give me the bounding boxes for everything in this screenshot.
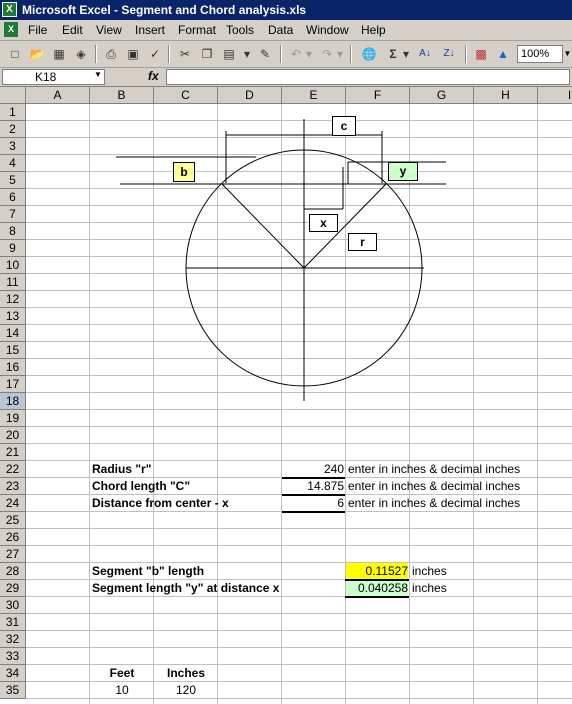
new-icon[interactable]: □ — [6, 45, 24, 63]
menu-tools[interactable]: Tools — [226, 23, 254, 37]
chart-wizard-icon[interactable]: ▩ — [472, 45, 490, 63]
name-box-dropdown-icon[interactable]: ▼ — [94, 70, 102, 79]
menu-file[interactable]: File — [28, 23, 47, 37]
menu-window[interactable]: Window — [306, 23, 349, 37]
paste-icon[interactable]: ▤ — [220, 45, 238, 63]
save-icon[interactable]: ▦ — [50, 45, 68, 63]
segment-y-unit: inches — [412, 581, 447, 595]
undo-dropdown-icon[interactable]: ▾ — [305, 45, 313, 63]
formula-bar: K18 ▼ fx — [0, 68, 572, 87]
worksheet-grid[interactable]: ABCDEFGHI 1 2 3 4 5 6 7 8 9 10 11 12 13 14 15 16 17 18 19 2… — [0, 87, 572, 704]
open-icon[interactable]: 📂 — [28, 45, 46, 63]
copy-icon[interactable]: ❐ — [198, 45, 216, 63]
permission-icon[interactable]: ◈ — [72, 45, 90, 63]
window-title: Microsoft Excel - Segment and Chord anal… — [22, 3, 307, 17]
redo-icon[interactable]: ↷ — [318, 45, 336, 63]
zoom-select[interactable]: 100% — [517, 45, 563, 63]
undo-icon[interactable]: ↶ — [287, 45, 305, 63]
formula-input[interactable] — [166, 69, 570, 85]
insert-function-icon[interactable]: fx — [148, 69, 159, 83]
workbook-icon[interactable]: X — [4, 22, 18, 37]
print-preview-icon[interactable]: ▣ — [124, 45, 142, 63]
cut-icon[interactable]: ✂ — [176, 45, 194, 63]
inches-header: Inches — [166, 666, 205, 680]
segment-b-label: Segment "b" length — [92, 564, 205, 578]
autosum-icon[interactable]: Σ — [384, 45, 402, 63]
segment-b-unit: inches — [412, 564, 447, 578]
autosum-dropdown-icon[interactable]: ▾ — [402, 45, 410, 63]
segment-y-label: Segment length "y" at distance x — [92, 581, 280, 595]
sort-ascending-icon[interactable]: A↓ — [416, 45, 434, 63]
menu-view[interactable]: View — [96, 23, 122, 37]
name-box[interactable]: K18 — [2, 69, 105, 85]
menu-bar: X File Edit View Insert Format Tools Dat… — [0, 20, 572, 41]
feet-header: Feet — [109, 666, 135, 680]
sort-descending-icon[interactable]: Z↓ — [440, 45, 458, 63]
segment-b-value[interactable]: 0.11527 — [346, 563, 408, 579]
paste-dropdown-icon[interactable]: ▾ — [242, 45, 252, 63]
menu-edit[interactable]: Edit — [62, 23, 83, 37]
spelling-icon[interactable]: ✓ — [146, 45, 164, 63]
inches-value[interactable]: 120 — [154, 682, 218, 699]
menu-format[interactable]: Format — [178, 23, 216, 37]
hyperlink-icon[interactable]: 🌐 — [360, 45, 378, 63]
drawing-icon[interactable]: ▲ — [494, 45, 512, 63]
menu-help[interactable]: Help — [361, 23, 386, 37]
menu-data[interactable]: Data — [268, 23, 293, 37]
zoom-dropdown-icon[interactable]: ▼ — [563, 45, 572, 63]
redo-dropdown-icon[interactable]: ▾ — [336, 45, 344, 63]
format-painter-icon[interactable]: ✎ — [256, 45, 274, 63]
standard-toolbar: □ 📂 ▦ ◈ ⎙ ▣ ✓ ✂ ❐ ▤ ▾ ✎ ↶ ▾ ↷ ▾ 🌐 Σ ▾ A↓… — [0, 41, 572, 68]
feet-value[interactable]: 10 — [90, 682, 154, 699]
title-bar: X Microsoft Excel - Segment and Chord an… — [0, 0, 572, 20]
input-underlines — [282, 477, 409, 598]
segment-y-value[interactable]: 0.040258 — [346, 581, 408, 596]
excel-app-icon[interactable]: X — [2, 2, 17, 17]
menu-insert[interactable]: Insert — [135, 23, 165, 37]
print-icon[interactable]: ⎙ — [102, 45, 120, 63]
